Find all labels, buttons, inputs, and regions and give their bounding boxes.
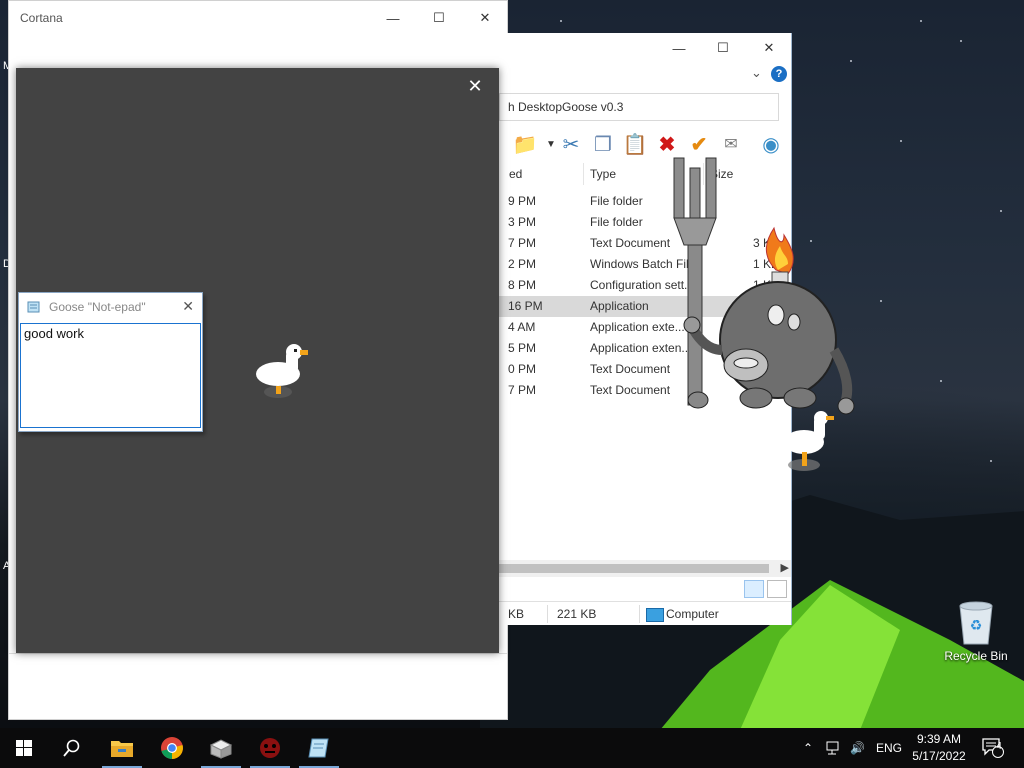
cell-modified: 7 PM [508,383,537,397]
start-button[interactable] [0,728,48,768]
window-title: Cortana [20,11,63,25]
volume-button[interactable]: 🔊 [850,728,865,768]
speaker-icon: 🔊 [850,741,865,755]
cell-type: File folder [590,194,643,208]
clock-date: 5/17/2022 [912,749,966,763]
cell-modified: 8 PM [508,278,537,292]
search-icon [63,739,80,757]
star [880,300,882,302]
notepad-icon [308,738,329,758]
search-button[interactable] [48,728,96,768]
column-separator[interactable] [583,163,584,185]
cell-type: Text Document [590,236,671,250]
close-icon[interactable]: ✕ [465,76,485,96]
close-icon[interactable]: ✕ [182,298,194,315]
clock-time: 9:39 AM [916,732,962,746]
taskbar-chrome[interactable] [148,728,196,768]
network-icon [826,741,839,755]
cell-modified: 7 PM [508,236,537,250]
divider [639,605,640,623]
cell-modified: 9 PM [508,194,537,208]
star [940,380,942,382]
divider [547,605,548,623]
status-text: KB [508,607,525,621]
cell-type: Application [590,299,649,313]
taskbar-file-explorer[interactable] [98,728,146,768]
title-bar[interactable]: Goose "Not-epad" ✕ [19,293,202,321]
cell-type: File folder [590,215,643,229]
clock[interactable]: 9:39 AM 5/17/2022 [904,731,974,765]
chevron-up-icon: ⌃ [803,741,814,755]
cell-modified: 3 PM [508,215,537,229]
close-button[interactable]: ✕ [473,7,497,29]
help-icon[interactable]: ? [771,66,787,82]
taskbar-notepad[interactable] [295,728,343,768]
column-date-modified[interactable]: ed [509,167,522,181]
show-hidden-icons-button[interactable]: ⌃ [803,728,813,768]
copy-icon[interactable]: ❐ [591,131,615,157]
network-button[interactable] [826,728,842,768]
windows-logo-icon [16,740,32,756]
status-size: 221 KB [557,607,597,621]
notepad-icon [27,301,40,313]
recycle-bin-label: Recycle Bin [944,649,1008,663]
cell-modified: 16 PM [508,299,543,313]
expand-ribbon-chevron-icon[interactable]: ⌄ [751,65,762,81]
recycle-bin-icon: ♻ [959,601,993,645]
goose-icon[interactable] [254,344,314,402]
recycle-bin-shortcut[interactable]: ♻ Recycle Bin [938,600,1014,663]
column-type[interactable]: Type [590,167,616,181]
divider [9,653,507,654]
language-indicator[interactable]: ENG [876,728,902,768]
notification-count: 4 [996,741,1002,752]
star [990,460,992,462]
close-button[interactable]: ✕ [757,38,781,58]
star [560,20,562,22]
address-bar[interactable]: h DesktopGoose v0.3 [499,93,779,121]
cell-modified: 0 PM [508,362,537,376]
star [1000,210,1002,212]
action-center-button[interactable]: 4 [982,728,1004,768]
cell-modified: 4 AM [508,320,536,334]
red-creature-icon [260,738,280,758]
taskbar-app-box[interactable] [197,728,245,768]
minimize-button[interactable]: — [381,7,405,29]
taskbar: ⌃ 🔊 ENG 9:39 AM 5/17/2022 4 [0,728,1024,768]
star [900,140,902,142]
scrollbar-thumb[interactable] [499,564,769,573]
taskbar-app-red[interactable] [246,728,294,768]
maximize-button[interactable]: ☐ [711,38,735,58]
horizontal-scrollbar[interactable]: ▶ [499,560,791,577]
window-title: Goose "Not-epad" [49,300,146,314]
cut-icon[interactable]: ✂ [559,131,583,157]
star [920,20,922,22]
folder-icon [111,741,133,757]
status-location: Computer [666,607,719,621]
scroll-right-icon[interactable]: ▶ [781,561,789,574]
cell-type: Text Document [590,383,671,397]
app-box-icon [209,739,233,759]
computer-icon [646,608,664,622]
goose-notepad-window[interactable]: Goose "Not-epad" ✕ good work [18,292,203,432]
cell-modified: 2 PM [508,257,537,271]
status-bar: KB 221 KB Computer [499,601,791,625]
star [850,60,852,62]
bomb-creature-with-fork-icon [673,157,855,471]
details-view-icon[interactable] [744,580,764,598]
paste-icon[interactable]: 📋 [623,131,648,157]
notepad-text[interactable]: good work [20,323,201,428]
maximize-button[interactable]: ☐ [427,7,451,29]
minimize-button[interactable]: — [667,38,691,58]
large-icons-view-icon[interactable] [767,580,787,598]
chrome-icon [161,737,183,759]
star [960,40,962,42]
properties-folder-icon[interactable]: 📁 [513,131,538,157]
cell-modified: 5 PM [508,341,537,355]
language-label: ENG [876,741,903,755]
svg-text:♻: ♻ [970,618,983,634]
cell-type: Text Document [590,362,671,376]
